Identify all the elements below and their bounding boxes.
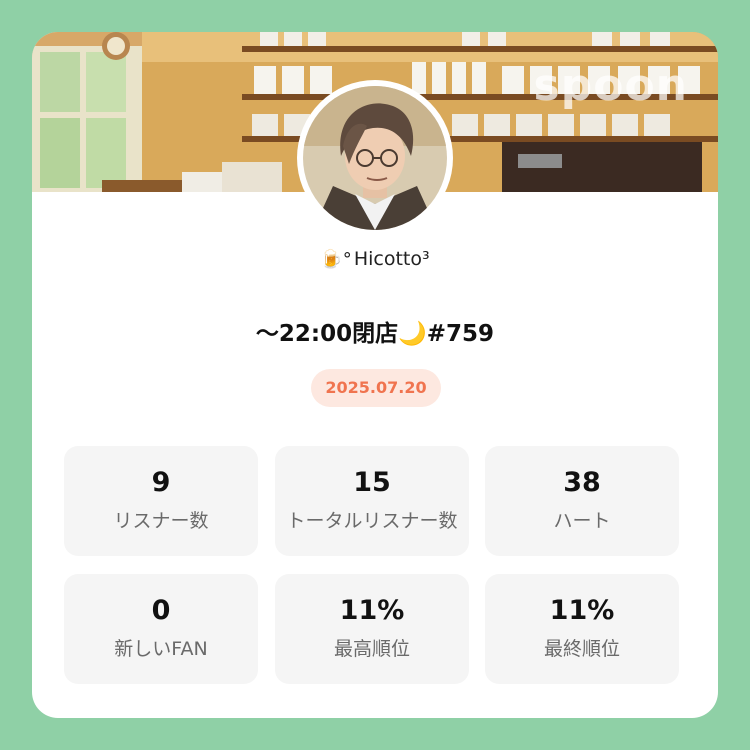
beer-mug-icon: 🍺°	[320, 249, 352, 270]
stat-label: 新しいFAN	[114, 638, 208, 660]
broadcast-summary-card: spoon 🍺° Hicotto³ ～22:00閉店🌙#759 2025.07.…	[32, 32, 718, 718]
username-text: Hicotto³	[353, 248, 430, 270]
stat-value: 38	[563, 467, 601, 498]
stat-listeners: 9 リスナー数	[64, 446, 258, 556]
stat-label: 最高順位	[333, 638, 410, 660]
broadcast-title: ～22:00閉店🌙#759	[255, 321, 495, 347]
stat-final-rank: 11% 最終順位	[485, 574, 679, 684]
stat-label: ハート	[553, 510, 611, 532]
stat-value: 15	[353, 467, 391, 498]
stat-label: 最終順位	[543, 638, 620, 660]
stat-value: 9	[151, 467, 171, 498]
stat-value: 11%	[339, 595, 405, 626]
date-badge: 2025.07.20	[311, 369, 441, 407]
stat-new-fans: 0 新しいFAN	[64, 574, 258, 684]
stat-value: 11%	[549, 595, 615, 626]
stat-highest-rank: 11% 最高順位	[275, 574, 469, 684]
username[interactable]: 🍺° Hicotto³	[32, 248, 718, 270]
stat-label: トータルリスナー数	[286, 510, 458, 532]
stat-value: 0	[151, 595, 171, 626]
stat-total-listeners: 15 トータルリスナー数	[275, 446, 469, 556]
spoon-logo: spoon	[533, 60, 688, 111]
stat-hearts: 38 ハート	[485, 446, 679, 556]
stat-label: リスナー数	[113, 510, 209, 532]
avatar[interactable]	[297, 80, 453, 236]
